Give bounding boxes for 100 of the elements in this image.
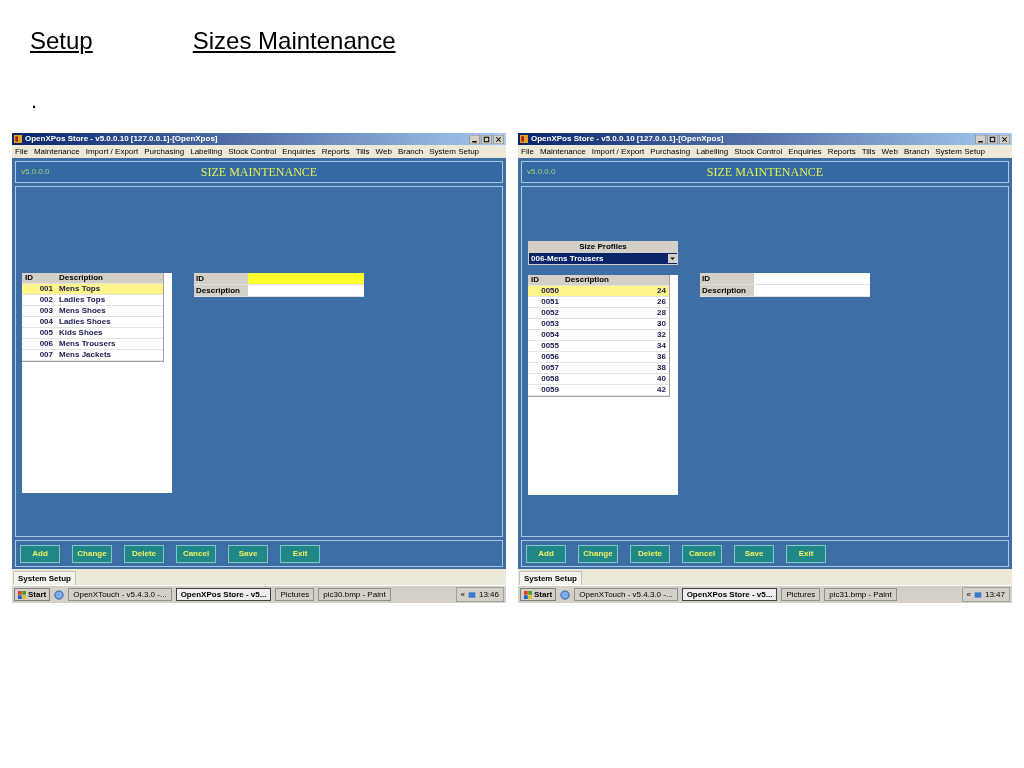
menu-item[interactable]: Labelling bbox=[696, 147, 729, 156]
column-header: ID bbox=[530, 276, 540, 284]
tab[interactable]: System Setup bbox=[13, 571, 76, 585]
list-row[interactable]: 0058 40 bbox=[528, 374, 669, 385]
menu-item[interactable]: Branch bbox=[903, 147, 930, 156]
menu-item[interactable]: Purchasing bbox=[144, 147, 185, 156]
window-title: OpenXPos Store - v5.0.0.10 [127.0.0.1]-[OpenXpos] bbox=[531, 135, 724, 143]
menu-item[interactable]: File bbox=[15, 147, 28, 156]
action-button[interactable]: Save bbox=[228, 544, 268, 563]
action-button[interactable]: Add bbox=[20, 544, 60, 563]
menu-item[interactable]: Stock Control bbox=[734, 147, 783, 156]
field-label: ID bbox=[194, 273, 248, 284]
list-row[interactable]: 001 Mens Tops bbox=[22, 284, 163, 295]
list-row[interactable]: 0054 32 bbox=[528, 330, 669, 341]
input-field[interactable] bbox=[248, 273, 364, 284]
menu-item[interactable]: Maintenance bbox=[539, 147, 586, 156]
version-label: v5.0.0.0 bbox=[527, 168, 556, 176]
taskbar-button[interactable]: Pictures bbox=[275, 588, 315, 601]
browser-icon[interactable] bbox=[560, 589, 571, 600]
menu-item[interactable]: Import / Export bbox=[85, 147, 139, 156]
version-label: v5.0.0.0 bbox=[21, 168, 50, 176]
column-header: Description bbox=[564, 276, 610, 284]
menu-item[interactable]: Import / Export bbox=[591, 147, 645, 156]
close-button[interactable] bbox=[999, 134, 1010, 144]
minimize-button[interactable] bbox=[469, 134, 480, 144]
action-button[interactable]: Save bbox=[734, 544, 774, 563]
action-button[interactable]: Exit bbox=[786, 544, 826, 563]
action-button[interactable]: Delete bbox=[630, 544, 670, 563]
menu-item[interactable]: Maintenance bbox=[33, 147, 80, 156]
tray-expand[interactable]: « bbox=[460, 590, 465, 599]
list-row[interactable]: 0053 30 bbox=[528, 319, 669, 330]
list-row[interactable]: 005 Kids Shoes bbox=[22, 328, 163, 339]
clock: 13:46 bbox=[478, 590, 499, 599]
menu-item[interactable]: System Setup bbox=[935, 147, 986, 156]
window-title: OpenXPos Store - v5.0.0.10 [127.0.0.1]-[OpenXpos] bbox=[25, 135, 218, 143]
action-button[interactable]: Change bbox=[72, 544, 112, 563]
tray-expand[interactable]: « bbox=[966, 590, 971, 599]
menu-item[interactable]: Web bbox=[881, 147, 898, 156]
list-row[interactable]: 0052 28 bbox=[528, 308, 669, 319]
list-row[interactable]: 0059 42 bbox=[528, 385, 669, 396]
screen-title: SIZE MAINTENANCE bbox=[200, 166, 318, 178]
menu-item[interactable]: Enquiries bbox=[788, 147, 822, 156]
close-button[interactable] bbox=[493, 134, 504, 144]
restore-button[interactable] bbox=[987, 134, 998, 144]
slide-title: Setup bbox=[30, 27, 93, 55]
taskbar-button[interactable]: pic30.bmp - Paint bbox=[318, 588, 391, 601]
list-row[interactable]: 0055 34 bbox=[528, 341, 669, 352]
column-header: Description bbox=[58, 274, 104, 282]
bullet-point: . bbox=[31, 89, 39, 113]
dropdown-arrow-icon bbox=[668, 254, 677, 263]
field-label: ID bbox=[700, 273, 754, 284]
screen-title: SIZE MAINTENANCE bbox=[706, 166, 824, 178]
field-label: Description bbox=[700, 285, 754, 296]
column-header: ID bbox=[24, 274, 34, 282]
menu-item[interactable]: System Setup bbox=[429, 147, 480, 156]
menu-item[interactable]: Reports bbox=[827, 147, 856, 156]
list-row[interactable]: 007 Mens Jackets bbox=[22, 350, 163, 361]
tab[interactable]: System Setup bbox=[519, 571, 582, 585]
menu-item[interactable]: Stock Control bbox=[228, 147, 277, 156]
list-row[interactable]: 0056 36 bbox=[528, 352, 669, 363]
action-button[interactable]: Cancel bbox=[682, 544, 722, 563]
windows-logo-icon bbox=[524, 590, 532, 599]
menu-item[interactable]: Web bbox=[375, 147, 392, 156]
menu-item[interactable]: File bbox=[521, 147, 534, 156]
action-button[interactable]: Add bbox=[526, 544, 566, 563]
taskbar-button[interactable]: OpenXPos Store - v5... bbox=[681, 588, 778, 601]
action-button[interactable]: Delete bbox=[124, 544, 164, 563]
list-row[interactable]: 006 Mens Trousers bbox=[22, 339, 163, 350]
minimize-button[interactable] bbox=[975, 134, 986, 144]
taskbar-button[interactable]: Pictures bbox=[781, 588, 821, 601]
list-row[interactable]: 0051 26 bbox=[528, 297, 669, 308]
taskbar-button[interactable]: OpenXTouch - v5.4.3.0 -... bbox=[68, 588, 172, 601]
list-row[interactable]: 002 Ladies Tops bbox=[22, 295, 163, 306]
start-button[interactable]: Start bbox=[14, 588, 51, 601]
list-row[interactable]: 003 Mens Shoes bbox=[22, 306, 163, 317]
menu-item[interactable]: Labelling bbox=[190, 147, 223, 156]
app-icon bbox=[520, 135, 528, 143]
list-row[interactable]: 0050 24 bbox=[528, 286, 669, 297]
action-button[interactable]: Change bbox=[578, 544, 618, 563]
clock: 13:47 bbox=[984, 590, 1005, 599]
menu-item[interactable]: Reports bbox=[321, 147, 350, 156]
slide-title: Sizes Maintenance bbox=[192, 27, 396, 55]
taskbar-button[interactable]: pic31.bmp - Paint bbox=[824, 588, 897, 601]
restore-button[interactable] bbox=[481, 134, 492, 144]
browser-icon[interactable] bbox=[54, 589, 65, 600]
size-profiles-label: Size Profiles bbox=[528, 241, 678, 252]
list-row[interactable]: 004 Ladies Shoes bbox=[22, 317, 163, 328]
start-button[interactable]: Start bbox=[520, 588, 557, 601]
action-button[interactable]: Exit bbox=[280, 544, 320, 563]
menu-item[interactable]: Branch bbox=[397, 147, 424, 156]
profile-dropdown[interactable]: 006-Mens Trousers bbox=[528, 252, 678, 265]
menu-item[interactable]: Tills bbox=[355, 147, 370, 156]
list-row[interactable]: 0057 38 bbox=[528, 363, 669, 374]
taskbar-button[interactable]: OpenXTouch - v5.4.3.0 -... bbox=[574, 588, 678, 601]
menu-item[interactable]: Purchasing bbox=[650, 147, 691, 156]
action-button[interactable]: Cancel bbox=[176, 544, 216, 563]
app-icon bbox=[14, 135, 22, 143]
menu-item[interactable]: Enquiries bbox=[282, 147, 316, 156]
menu-item[interactable]: Tills bbox=[861, 147, 876, 156]
taskbar-button[interactable]: OpenXPos Store - v5... bbox=[175, 588, 272, 601]
